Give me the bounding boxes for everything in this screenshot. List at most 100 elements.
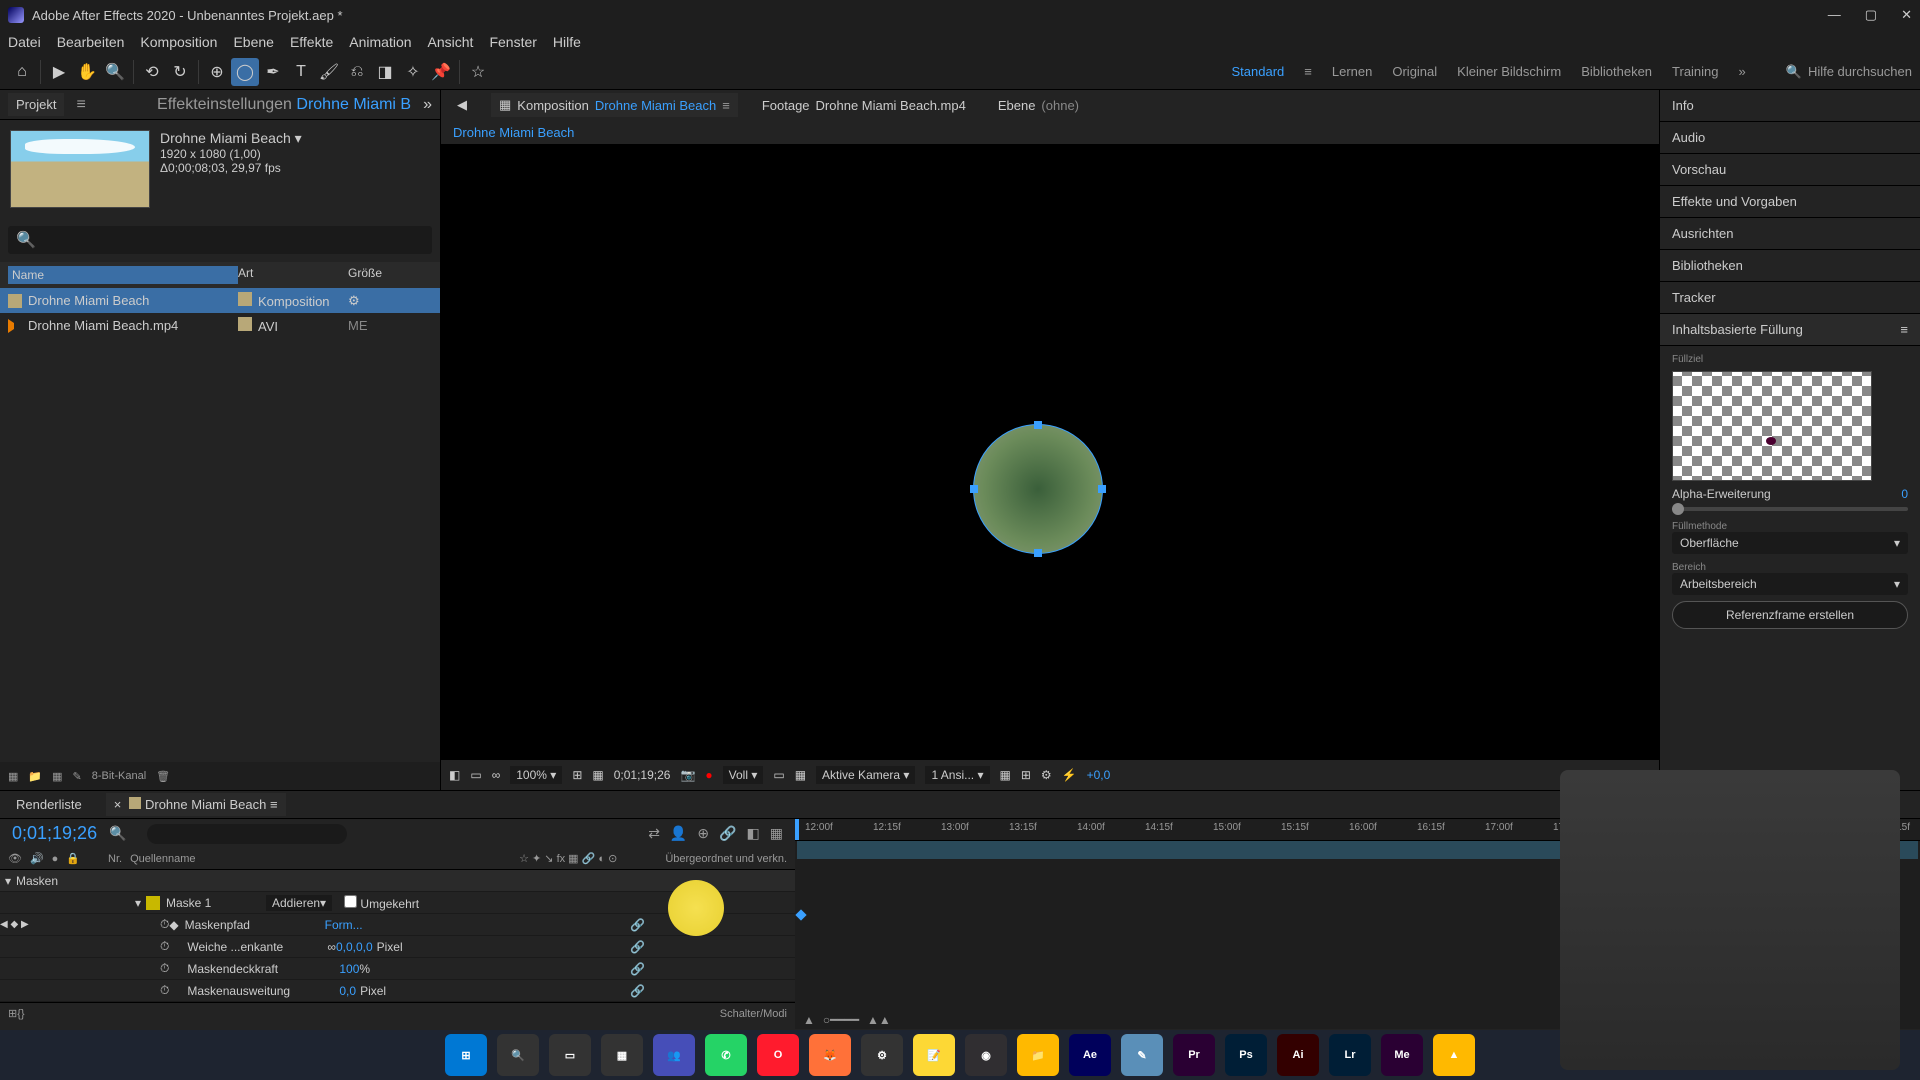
stopwatch-icon[interactable]: ⏱ [160, 983, 169, 998]
mask-color-swatch[interactable] [146, 896, 160, 910]
timeline-timecode[interactable]: 0;01;19;26 [12, 823, 97, 844]
taskbar-teams[interactable]: 👥 [653, 1034, 695, 1076]
panel-tracker[interactable]: Tracker [1660, 282, 1920, 314]
mask-path-value[interactable]: Form... [325, 918, 363, 932]
audio-col-icon[interactable]: 🔊 [30, 852, 44, 865]
camera-dropdown[interactable]: Aktive Kamera ▾ [816, 766, 915, 784]
project-thumbnail[interactable] [10, 130, 150, 208]
menu-datei[interactable]: Datei [8, 34, 41, 50]
composition-viewport[interactable] [441, 144, 1659, 760]
share-icon[interactable]: ⊞ [1021, 768, 1031, 782]
stopwatch-icon[interactable]: ⏱ [160, 917, 169, 932]
zoom-in-icon[interactable]: ▲▲ [867, 1013, 891, 1027]
ellipse-tool-icon[interactable]: ◯ [231, 58, 259, 86]
zoom-tool-icon[interactable]: 🔍 [101, 58, 129, 86]
fill-range-dropdown[interactable]: Arbeitsbereich▾ [1672, 573, 1908, 595]
taskbar-opera[interactable]: O [757, 1034, 799, 1076]
alpha-slider[interactable] [1672, 507, 1908, 511]
mask-expansion-row[interactable]: ⏱ Maskenausweitung 0,0 Pixel 🔗 [0, 980, 795, 1002]
mask-handle-left[interactable] [970, 485, 978, 493]
star-icon[interactable]: ☆ [464, 58, 492, 86]
fast-preview-icon[interactable]: ⚡ [1062, 768, 1077, 782]
menu-animation[interactable]: Animation [349, 34, 411, 50]
nav-prev-icon[interactable]: ◀ [449, 93, 475, 117]
mask-feather-row[interactable]: ⏱ Weiche ...enkante ∞ 0,0,0,0 Pixel 🔗 [0, 936, 795, 958]
transparency-icon[interactable]: ▦ [795, 768, 806, 782]
keyframe-nav-icon[interactable]: ◆ [169, 918, 178, 932]
taskbar-wa[interactable]: ✆ [705, 1034, 747, 1076]
puppet-tool-icon[interactable]: 📌 [427, 58, 455, 86]
workspace-bibliotheken[interactable]: Bibliotheken [1581, 64, 1652, 79]
panel-vorschau[interactable]: Vorschau [1660, 154, 1920, 186]
workspace-training[interactable]: Training [1672, 64, 1718, 79]
anchor-tool-icon[interactable]: ⊕ [203, 58, 231, 86]
project-tab[interactable]: Projekt [8, 93, 64, 116]
menu-ebene[interactable]: Ebene [233, 34, 273, 50]
menu-hilfe[interactable]: Hilfe [553, 34, 581, 50]
taskbar-ai[interactable]: Ai [1277, 1034, 1319, 1076]
col-size[interactable]: Größe [348, 266, 428, 284]
3d-icon[interactable]: ▦ [1000, 768, 1011, 782]
mask-mode-dropdown[interactable]: Addieren▾ [266, 895, 332, 911]
hand-tool-icon[interactable]: ✋ [73, 58, 101, 86]
trash-icon[interactable]: 🗑 [156, 770, 170, 783]
footage-tab[interactable]: Footage Drohne Miami Beach.mp4 [754, 94, 974, 117]
new-comp-icon[interactable]: ▦ [52, 770, 62, 783]
project-search-input[interactable]: 🔍 [8, 226, 432, 254]
tl-icon-6[interactable]: ▦ [770, 825, 783, 842]
composition-tab[interactable]: ▦ Komposition Drohne Miami Beach ≡ [491, 93, 738, 117]
mask-handle-bottom[interactable] [1034, 549, 1042, 557]
type-tool-icon[interactable]: T [287, 58, 315, 86]
tl-icon-5[interactable]: ◧ [747, 825, 760, 842]
channel-icon[interactable]: ▭ [470, 768, 481, 782]
mask-opacity-value[interactable]: 100 [339, 962, 359, 976]
playhead[interactable] [795, 819, 799, 840]
link-icon[interactable]: 🔗 [630, 918, 645, 932]
selection-tool-icon[interactable]: ▶ [45, 58, 73, 86]
tab-menu-icon[interactable]: ≡ [722, 98, 730, 113]
minimize-button[interactable]: — [1828, 7, 1841, 23]
alpha-expansion-value[interactable]: 0 [1901, 487, 1908, 501]
panel-menu-icon[interactable]: ≡ [1900, 322, 1908, 337]
masks-group-row[interactable]: ▾ Masken [0, 870, 795, 892]
timeline-comp-tab[interactable]: × Drohne Miami Beach ≡ [106, 793, 286, 816]
guides-icon[interactable]: ▦ [592, 768, 603, 782]
link-icon[interactable]: 🔗 [630, 984, 645, 998]
tl-brace-icon[interactable]: {} [17, 1008, 24, 1020]
mask-icon[interactable]: ∞ [492, 768, 501, 782]
panel-audio[interactable]: Audio [1660, 122, 1920, 154]
taskbar-search[interactable]: 🔍 [497, 1034, 539, 1076]
panel-bibliotheken[interactable]: Bibliotheken [1660, 250, 1920, 282]
roi-icon[interactable]: ▭ [773, 768, 784, 782]
taskbar-lr[interactable]: Lr [1329, 1034, 1371, 1076]
mask-opacity-row[interactable]: ⏱ Maskendeckkraft 100 % 🔗 [0, 958, 795, 980]
mask-expansion-value[interactable]: 0,0 [339, 984, 356, 998]
bit-depth-button[interactable]: 8-Bit-Kanal [92, 770, 146, 782]
taskbar-ff[interactable]: 🦊 [809, 1034, 851, 1076]
views-dropdown[interactable]: 1 Ansi... ▾ [925, 766, 989, 784]
close-button[interactable]: ✕ [1901, 7, 1912, 23]
taskbar-note[interactable]: 📝 [913, 1034, 955, 1076]
panel-ausrichten[interactable]: Ausrichten [1660, 218, 1920, 250]
home-icon[interactable]: ⌂ [8, 58, 36, 86]
taskbar-app1[interactable]: ⚙ [861, 1034, 903, 1076]
project-item-comp[interactable]: Drohne Miami Beach Komposition ⚙ [0, 288, 440, 313]
eraser-tool-icon[interactable]: ◨ [371, 58, 399, 86]
fill-target-thumbnail[interactable] [1672, 371, 1872, 481]
timeline-search-input[interactable] [147, 824, 347, 844]
mask-handle-right[interactable] [1098, 485, 1106, 493]
panel-content-fill-header[interactable]: Inhaltsbasierte Füllung ≡ [1660, 314, 1920, 346]
resolution-dropdown[interactable]: Voll ▾ [723, 766, 764, 784]
menu-bearbeiten[interactable]: Bearbeiten [57, 34, 125, 50]
keyframe[interactable] [795, 909, 806, 920]
new-folder-icon[interactable]: 📁 [28, 770, 42, 783]
link-icon[interactable]: 🔗 [630, 962, 645, 976]
effect-settings-tab[interactable]: Effekteinstellungen Drohne Miami B [157, 96, 411, 114]
workspace-menu-icon[interactable]: ≡ [1304, 64, 1312, 79]
panel-info[interactable]: Info [1660, 90, 1920, 122]
zoom-out-icon[interactable]: ▲ [803, 1013, 815, 1027]
link-icon[interactable]: 🔗 [630, 940, 645, 954]
tl-icon-3[interactable]: ⊕ [697, 825, 709, 842]
orbit-tool-icon[interactable]: ⟲ [138, 58, 166, 86]
tl-icon-1[interactable]: ⇄ [648, 825, 660, 842]
